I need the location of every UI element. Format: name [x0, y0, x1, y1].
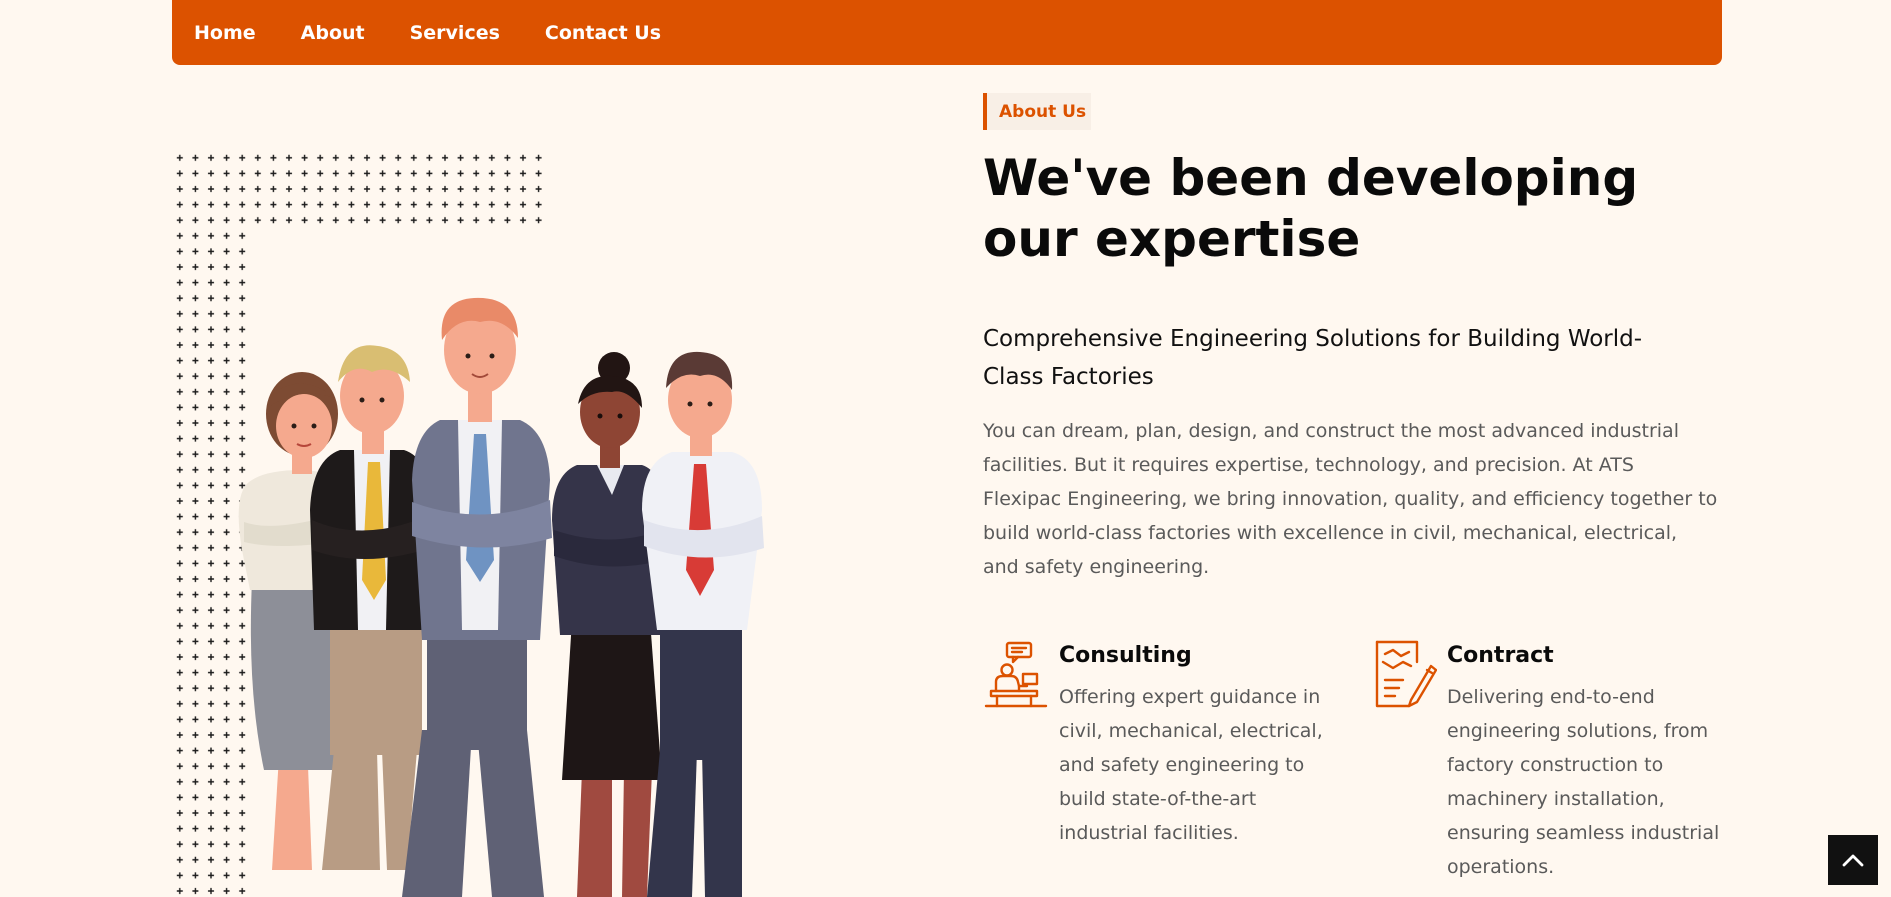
service-desc-contract: Delivering end-to-end engineering soluti… [1447, 686, 1720, 878]
nav-link-home[interactable]: Home [194, 22, 256, 44]
main-navbar: Home About Services Contact Us [172, 0, 1722, 65]
person-man-right [642, 351, 764, 897]
page-subheadline: Comprehensive Engineering Solutions for … [983, 326, 1643, 390]
nav-link-about[interactable]: About [301, 22, 365, 44]
service-desc-consulting: Offering expert guidance in civil, mecha… [1059, 686, 1323, 844]
person-woman-dark [552, 352, 670, 897]
team-illustration [172, 152, 764, 897]
handshake-contract-icon [1375, 640, 1437, 708]
page-headline: We've been developing our expertise [983, 149, 1639, 268]
nav-link-contact-us[interactable]: Contact Us [545, 22, 661, 44]
about-us-tag: About Us [983, 93, 1091, 130]
service-title-consulting: Consulting [1059, 643, 1192, 668]
nav-link-services[interactable]: Services [410, 22, 500, 44]
chevron-up-icon [1842, 854, 1864, 867]
service-title-contract: Contract [1447, 643, 1554, 668]
person-man-center [402, 297, 552, 897]
about-description: You can dream, plan, design, and constru… [983, 420, 1718, 578]
back-to-top-button[interactable] [1828, 835, 1878, 885]
consultant-desk-icon [984, 641, 1048, 708]
